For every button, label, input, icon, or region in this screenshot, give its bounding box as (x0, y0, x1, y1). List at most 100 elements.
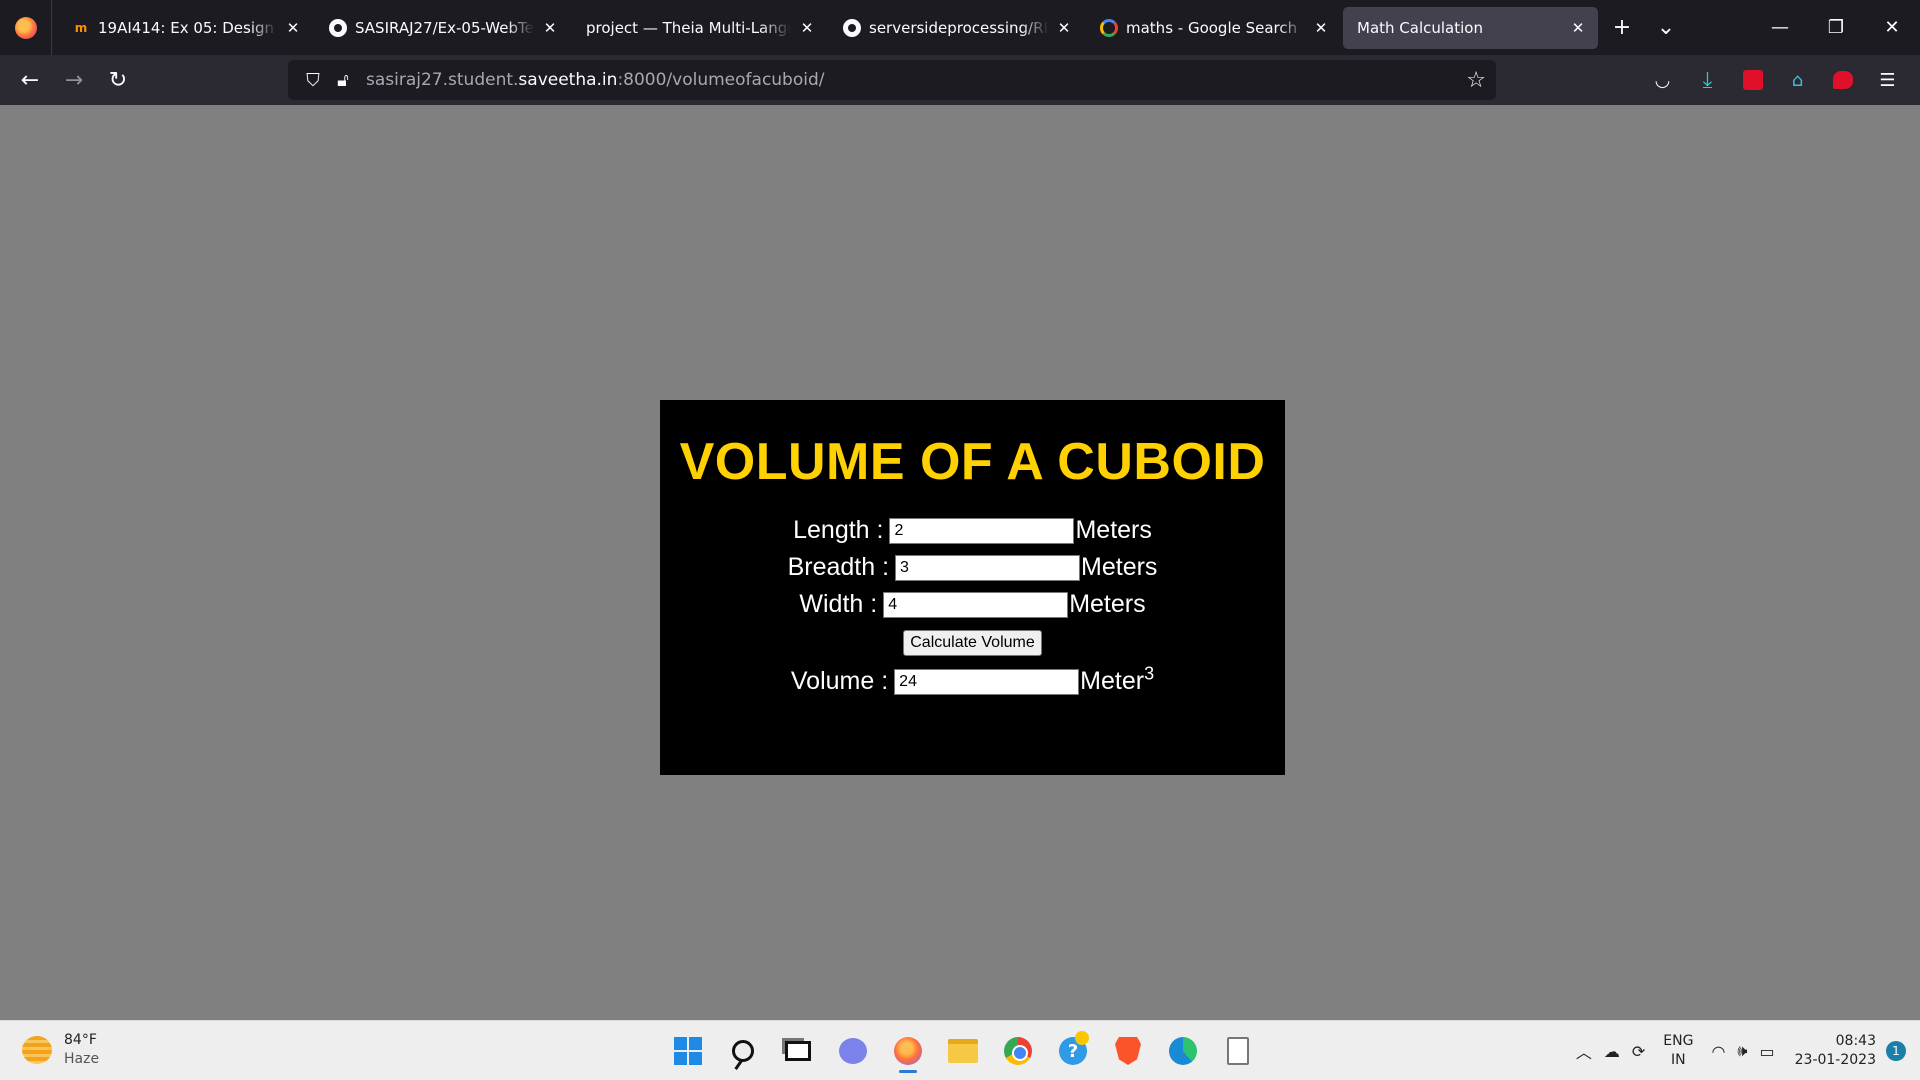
show-hidden-icons-chevron-icon[interactable]: ︿ (1576, 1039, 1592, 1063)
width-label: Width : (799, 590, 878, 618)
calculate-volume-button[interactable]: Calculate Volume (903, 630, 1042, 656)
search-button[interactable] (720, 1029, 766, 1073)
width-input[interactable] (883, 591, 1069, 618)
teams-chat-icon (839, 1038, 867, 1064)
pocket-icon[interactable]: ◡ (1640, 60, 1685, 100)
width-unit: Meters (1069, 590, 1146, 618)
edge-button[interactable] (1160, 1029, 1206, 1073)
close-icon[interactable]: ✕ (1054, 19, 1074, 37)
language-indicator[interactable]: ENG IN (1663, 1032, 1693, 1070)
restore-icon[interactable]: ❐ (1808, 0, 1864, 55)
volume-row: Volume : Meter3 (660, 663, 1285, 700)
toolbar-extensions: ◡ ⤓ ⌂ ☰ (1640, 60, 1910, 100)
length-label: Length : (793, 516, 884, 544)
volume-unit: Meter3 (1080, 663, 1155, 696)
tab-title: maths - Google Search (1126, 18, 1298, 37)
width-row: Width : Meters (660, 586, 1285, 623)
tab-google-search[interactable]: maths - Google Search ✕ (1086, 7, 1341, 49)
clock-date: 23-01-2023 (1794, 1052, 1876, 1068)
tab-title: SASIRAJ27/Ex-05-WebTech- (355, 18, 534, 37)
window-controls: — ❐ ✕ (1752, 0, 1920, 55)
close-icon[interactable]: ✕ (540, 19, 560, 37)
minimize-icon[interactable]: — (1752, 0, 1808, 55)
firefox-icon (14, 16, 37, 39)
insecure-lock-icon[interactable]: 🔓︎ (328, 70, 358, 91)
tab-github-ex05[interactable]: SASIRAJ27/Ex-05-WebTech- ✕ (315, 7, 570, 49)
tab-title: Math Calculation (1357, 18, 1483, 37)
close-icon[interactable]: ✕ (283, 19, 303, 37)
sync-icon[interactable]: ⟳ (1632, 1042, 1645, 1061)
forward-arrow-icon[interactable]: → (52, 60, 96, 100)
haze-weather-icon (22, 1036, 52, 1064)
breadth-label: Breadth : (787, 553, 890, 581)
firefox-taskbar-button[interactable] (885, 1029, 931, 1073)
tab-theia[interactable]: project — Theia Multi-Language ✕ (572, 7, 827, 49)
list-all-tabs-chevron-icon[interactable]: ⌄ (1644, 7, 1688, 49)
extension-red-icon[interactable] (1730, 60, 1775, 100)
onedrive-cloud-icon[interactable]: ☁ (1604, 1042, 1620, 1061)
tab-title: project — Theia Multi-Language (586, 18, 791, 37)
new-tab-button[interactable]: + (1600, 7, 1644, 49)
clock[interactable]: 08:43 23-01-2023 (1795, 1032, 1876, 1070)
firefox-view-button[interactable] (0, 0, 52, 55)
edge-icon (1169, 1037, 1197, 1065)
windows-logo-icon (674, 1037, 702, 1065)
chrome-icon (1004, 1037, 1032, 1065)
moodle-icon: m (74, 20, 88, 35)
search-icon (732, 1040, 754, 1062)
weather-widget[interactable]: 84°F Haze (22, 1031, 99, 1069)
length-unit: Meters (1075, 516, 1152, 544)
task-view-button[interactable] (775, 1029, 821, 1073)
tab-list: m 19AI414: Ex 05: Design a We ✕ SASIRAJ2… (52, 0, 1688, 55)
breadth-input[interactable] (895, 554, 1081, 581)
clock-time: 08:43 (1835, 1033, 1876, 1049)
volume-unit-exponent: 3 (1144, 663, 1155, 684)
length-input[interactable] (889, 517, 1075, 544)
taskbar-apps: ? (665, 1029, 1270, 1073)
chat-button[interactable] (830, 1029, 876, 1073)
weather-temperature: 84°F (64, 1032, 97, 1048)
brave-button[interactable] (1105, 1029, 1151, 1073)
extension-teal-icon[interactable]: ⌂ (1775, 60, 1820, 100)
page-title: VOLUME OF A CUBOID (679, 433, 1266, 491)
file-explorer-button[interactable] (940, 1029, 986, 1073)
volume-output[interactable] (894, 668, 1080, 695)
notification-badge[interactable]: 1 (1886, 1041, 1906, 1061)
reload-icon[interactable]: ↻ (96, 60, 140, 100)
address-bar[interactable]: ⛉ 🔓︎ sasiraj27.student.saveetha.in:8000/… (288, 60, 1496, 100)
tab-github-readme[interactable]: serversideprocessing/READ ✕ (829, 7, 1084, 49)
notepad-button[interactable] (1215, 1029, 1261, 1073)
github-icon (329, 18, 347, 37)
volume-unit-text: Meter (1080, 667, 1145, 695)
url-text[interactable]: sasiraj27.student.saveetha.in:8000/volum… (366, 70, 825, 90)
button-row: Calculate Volume (660, 623, 1285, 663)
get-help-button[interactable]: ? (1050, 1029, 1096, 1073)
tab-title: serversideprocessing/READ (869, 18, 1048, 37)
extension-youtube-icon[interactable] (1820, 60, 1865, 100)
chrome-button[interactable] (995, 1029, 1041, 1073)
bookmark-star-icon[interactable]: ☆ (1466, 68, 1486, 93)
close-icon[interactable]: ✕ (1311, 19, 1331, 37)
system-tray: ︿ ☁ ⟳ ENG IN ◠ 🕪︎ ▭ 08:43 23-01-2023 1 (1570, 1021, 1920, 1080)
close-icon[interactable]: ✕ (1568, 19, 1588, 37)
calculator-card: VOLUME OF A CUBOID Length : Meters Bread… (660, 400, 1285, 775)
notification-dot-icon (1075, 1031, 1089, 1045)
volume-label: Volume : (790, 667, 889, 695)
firefox-icon (894, 1037, 922, 1065)
window-close-icon[interactable]: ✕ (1864, 0, 1920, 55)
battery-icon[interactable]: ▭ (1760, 1042, 1775, 1061)
wifi-icon[interactable]: ◠ (1711, 1042, 1725, 1061)
tab-math-calculation[interactable]: Math Calculation ✕ (1343, 6, 1598, 49)
download-icon[interactable]: ⤓ (1685, 60, 1730, 100)
back-arrow-icon[interactable]: ← (8, 60, 52, 100)
menu-icon[interactable]: ☰ (1865, 60, 1910, 100)
tab-title: 19AI414: Ex 05: Design a We (98, 18, 277, 37)
breadth-row: Breadth : Meters (660, 549, 1285, 586)
close-icon[interactable]: ✕ (797, 19, 817, 37)
start-button[interactable] (665, 1029, 711, 1073)
tab-moodle[interactable]: m 19AI414: Ex 05: Design a We ✕ (58, 7, 313, 49)
shield-icon[interactable]: ⛉ (298, 70, 328, 91)
breadth-unit: Meters (1081, 553, 1158, 581)
page-viewport: VOLUME OF A CUBOID Length : Meters Bread… (0, 105, 1920, 1020)
volume-icon[interactable]: 🕪︎ (1737, 1041, 1747, 1061)
